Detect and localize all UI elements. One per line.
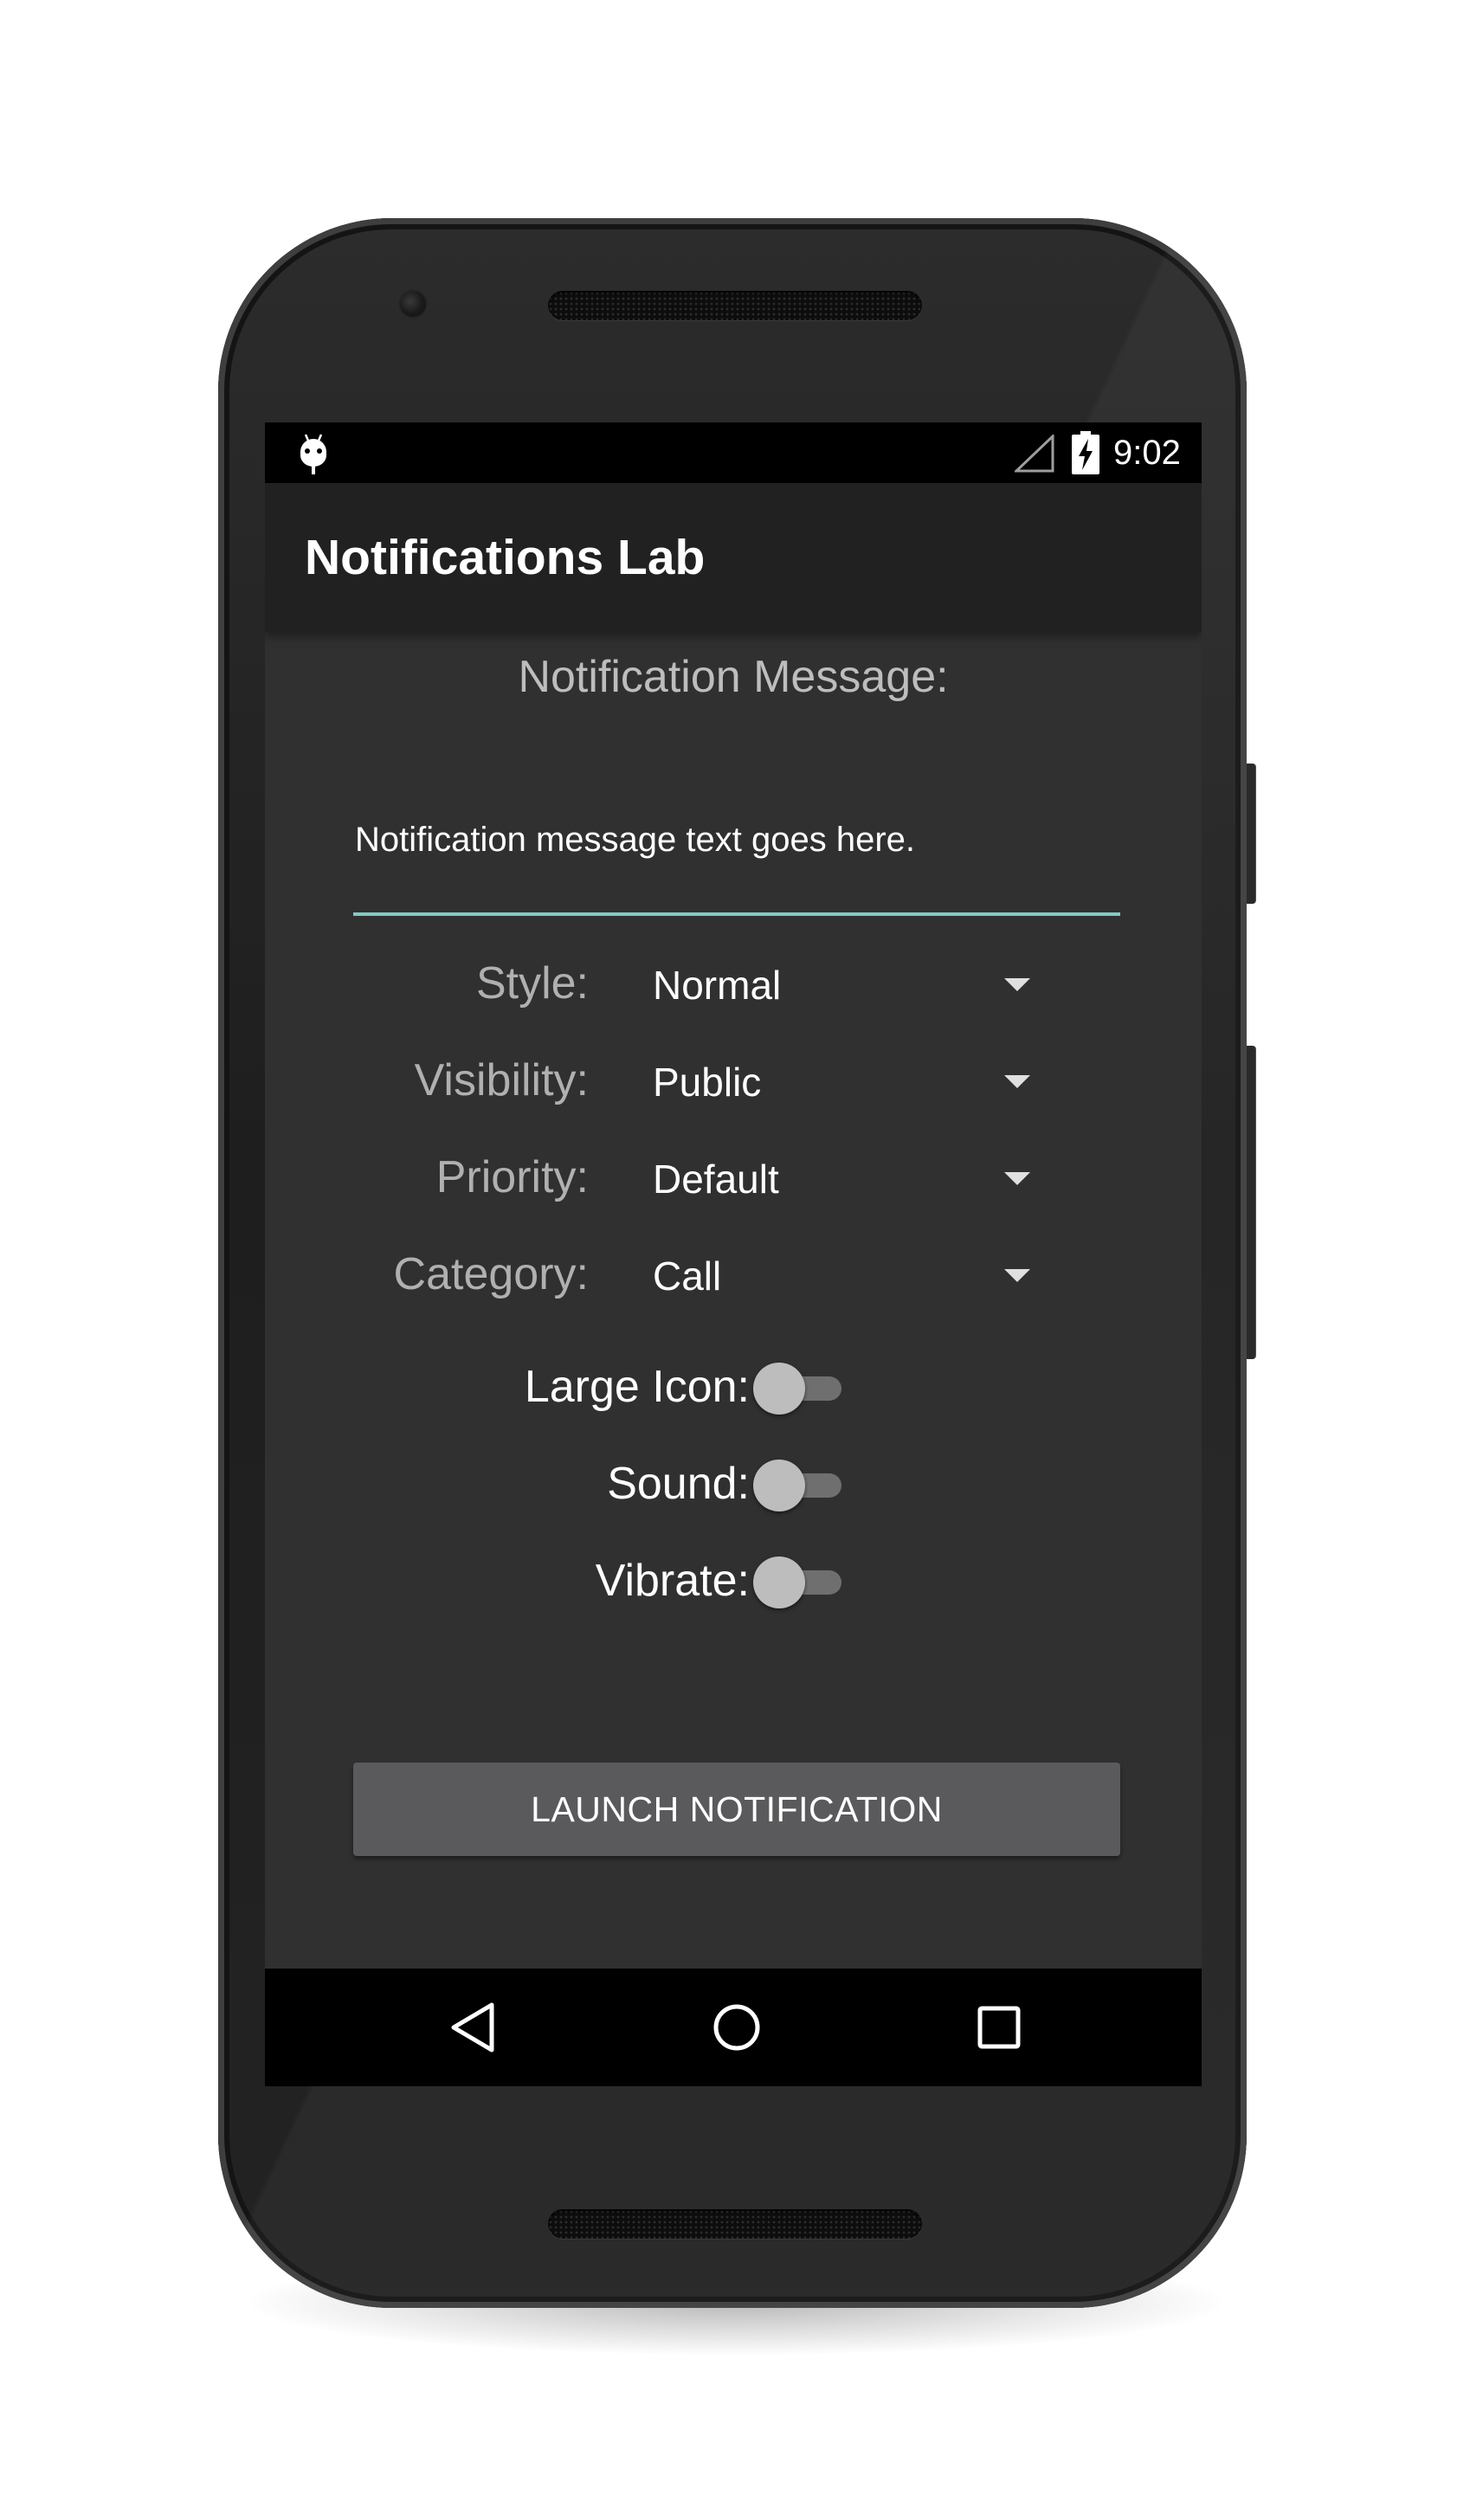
message-input[interactable]: [351, 814, 1112, 866]
status-bar: 9:02: [265, 422, 1202, 483]
launch-notification-button[interactable]: LAUNCH NOTIFICATION: [353, 1763, 1120, 1856]
large-icon-row: Large Icon:: [265, 1345, 1202, 1428]
priority-spinner[interactable]: Default: [646, 1143, 1044, 1212]
bottom-speaker-grille: [548, 2209, 922, 2239]
phone-screen: 9:02 Notifications Lab Notification Mess…: [265, 422, 1202, 2086]
visibility-value: Public: [653, 1060, 762, 1105]
priority-value: Default: [653, 1157, 779, 1202]
sound-label: Sound:: [607, 1459, 750, 1509]
android-notification-icon: [300, 434, 326, 474]
visibility-row: Visibility: Public: [265, 1041, 1202, 1124]
switch-thumb: [753, 1363, 805, 1415]
vibrate-label: Vibrate:: [595, 1556, 750, 1606]
sound-switch[interactable]: [753, 1460, 847, 1511]
dropdown-arrow-icon: [1004, 1172, 1030, 1185]
message-input-underline: [353, 912, 1120, 916]
style-label: Style:: [475, 958, 589, 1009]
recents-icon[interactable]: [964, 1993, 1034, 2062]
volume-rocker[interactable]: [1247, 1046, 1255, 1359]
large-icon-switch[interactable]: [753, 1363, 847, 1415]
style-row: Style: Normal: [265, 944, 1202, 1027]
power-button[interactable]: [1247, 764, 1255, 904]
switch-thumb: [753, 1460, 805, 1511]
front-camera: [400, 291, 426, 317]
app-title: Notifications Lab: [305, 530, 706, 585]
large-icon-label: Large Icon:: [524, 1362, 750, 1412]
priority-row: Priority: Default: [265, 1138, 1202, 1221]
back-icon[interactable]: [440, 1993, 509, 2062]
visibility-label: Visibility:: [414, 1055, 589, 1105]
navigation-bar: [265, 1969, 1202, 2086]
message-heading: Notification Message:: [518, 652, 949, 702]
category-label: Category:: [393, 1249, 589, 1299]
vibrate-switch[interactable]: [753, 1556, 847, 1608]
battery-charging-icon: [1072, 431, 1099, 474]
dropdown-arrow-icon: [1004, 978, 1030, 991]
dropdown-arrow-icon: [1004, 1075, 1030, 1088]
category-value: Call: [653, 1254, 722, 1299]
sound-row: Sound:: [265, 1442, 1202, 1525]
home-icon[interactable]: [702, 1993, 771, 2062]
style-spinner[interactable]: Normal: [646, 949, 1044, 1018]
app-bar: Notifications Lab: [265, 483, 1202, 632]
style-value: Normal: [653, 963, 782, 1008]
top-speaker-grille: [548, 291, 922, 320]
signal-icon: [1015, 435, 1054, 473]
category-spinner[interactable]: Call: [646, 1240, 1044, 1309]
priority-label: Priority:: [435, 1152, 589, 1202]
category-row: Category: Call: [265, 1234, 1202, 1318]
dropdown-arrow-icon: [1004, 1269, 1030, 1282]
vibrate-row: Vibrate:: [265, 1539, 1202, 1622]
status-time: 9:02: [1113, 434, 1181, 472]
visibility-spinner[interactable]: Public: [646, 1046, 1044, 1115]
switch-thumb: [753, 1556, 805, 1608]
main-content: Notification Message: Style: Normal Visi…: [265, 632, 1202, 1974]
